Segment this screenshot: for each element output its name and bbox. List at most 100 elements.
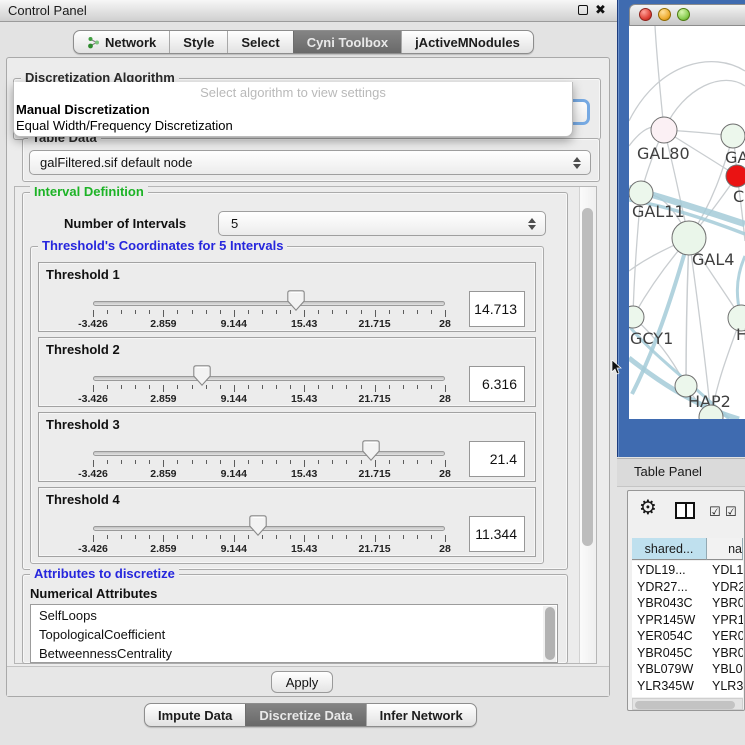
numerical-attributes-list[interactable]: SelfLoops TopologicalCoefficient Betweenne… [30, 604, 558, 663]
slider-tick [149, 385, 150, 389]
threshold-1-value-field[interactable]: 14.713 [469, 291, 525, 327]
slider-tick [431, 310, 432, 314]
attribute-item-selfloops[interactable]: SelfLoops [39, 608, 97, 623]
control-panel-titlebar [0, 0, 617, 22]
table-row[interactable]: YDL19...YDL1 [632, 563, 743, 580]
screen: Control Panel ✖ NetworkStyleSelectCyni T… [0, 0, 745, 745]
slider-tick [163, 460, 164, 467]
slider-tick [304, 460, 305, 467]
table-row[interactable]: YBR043CYBR0 [632, 596, 743, 613]
slider-tick [121, 385, 122, 389]
threshold-3-panel: Threshold 3-3.4262.8599.14415.4321.71528… [38, 412, 536, 482]
network-node-label: GA [725, 148, 745, 167]
cell-name: YPR1 [712, 613, 743, 627]
float-window-icon[interactable] [578, 5, 588, 15]
tab-select[interactable]: Select [227, 31, 292, 53]
tab-discretize-data[interactable]: Discretize Data [245, 704, 365, 726]
table-row[interactable]: YPR145WYPR1 [632, 613, 743, 630]
minimize-traffic-light-icon[interactable] [658, 8, 671, 21]
vertical-scrollbar-thumb[interactable] [582, 208, 593, 546]
attributes-group-title: Attributes to discretize [30, 567, 179, 581]
gear-icon[interactable]: ⚙ [639, 498, 657, 518]
tab-style[interactable]: Style [169, 31, 227, 53]
slider-tick [290, 535, 291, 539]
network-edge [664, 80, 745, 130]
apply-button[interactable]: Apply [271, 671, 333, 693]
node-table[interactable]: YDL19...YDL1YDR27...YDR2YBR043CYBR0YPR14… [632, 561, 743, 697]
threshold-1-slider-track[interactable] [93, 301, 445, 306]
slider-tick-label: -3.426 [78, 468, 108, 480]
table-row[interactable]: YIL052CYIL0 [632, 695, 743, 697]
threshold-3-value-field[interactable]: 21.4 [469, 441, 525, 477]
table-row[interactable]: YER054CYER0 [632, 629, 743, 646]
slider-tick [318, 310, 319, 314]
network-node-label: H [736, 325, 745, 344]
slider-tick [417, 385, 418, 389]
threshold-3-slider-handle[interactable] [362, 440, 380, 461]
threshold-2-slider-track[interactable] [93, 376, 445, 381]
table-row[interactable]: YDR27...YDR2 [632, 580, 743, 597]
network-icon [87, 36, 100, 49]
slider-tick [163, 385, 164, 392]
slider-tick-label: -3.426 [78, 318, 108, 330]
table-horizontal-scrollbar-thumb[interactable] [635, 701, 735, 709]
network-node-c[interactable] [726, 165, 745, 187]
slider-tick [192, 460, 193, 464]
threshold-3-slider-track[interactable] [93, 451, 445, 456]
spinner-arrows-icon [528, 218, 536, 230]
slider-tick-label: 21.715 [359, 543, 391, 555]
column-header-name[interactable]: na [707, 538, 743, 560]
attribute-item-topologicalcoefficient[interactable]: TopologicalCoefficient [39, 627, 165, 642]
threshold-1-slider-handle[interactable] [287, 290, 305, 311]
tab-label: Select [241, 35, 279, 50]
slider-tick [177, 460, 178, 464]
tab-jactivemnodules[interactable]: jActiveMNodules [401, 31, 533, 53]
attributes-scrollbar-thumb[interactable] [545, 607, 555, 660]
dropdown-option-equal-width-frequency[interactable]: Equal Width/Frequency Discretization [16, 118, 233, 133]
tab-cyni-toolbox[interactable]: Cyni Toolbox [293, 31, 401, 53]
slider-tick [276, 385, 277, 389]
tab-infer-network[interactable]: Infer Network [366, 704, 476, 726]
table-data-combobox[interactable]: galFiltered.sif default node [29, 150, 591, 175]
slider-tick [220, 385, 221, 389]
slider-tick-label: 9.144 [221, 318, 247, 330]
table-row[interactable]: YBR045CYBR0 [632, 646, 743, 663]
table-row[interactable]: YLR345WYLR3 [632, 679, 743, 696]
table-horizontal-scrollbar[interactable] [632, 698, 743, 710]
tab-impute-data[interactable]: Impute Data [145, 704, 245, 726]
slider-tick-label: 21.715 [359, 318, 391, 330]
close-traffic-light-icon[interactable] [639, 8, 652, 21]
slider-tick [121, 535, 122, 539]
slider-tick [346, 535, 347, 539]
slider-tick [361, 310, 362, 314]
network-node-ga[interactable] [721, 124, 745, 148]
threshold-4-slider-handle[interactable] [249, 515, 267, 536]
slider-tick [206, 460, 207, 464]
zoom-traffic-light-icon[interactable] [677, 8, 690, 21]
tab-label: Impute Data [158, 708, 232, 723]
top-tab-bar: NetworkStyle Select Cyni ToolboxjActiveMNo… [73, 30, 534, 54]
dropdown-option-manual-discretization[interactable]: Manual Discretization [16, 102, 150, 117]
network-canvas[interactable]: GAL80GACGAL11GAL4GCY1HHAP2 [629, 26, 745, 419]
threshold-4-value-field[interactable]: 11.344 [469, 516, 525, 552]
slider-tick [431, 535, 432, 539]
threshold-2-value-field[interactable]: 6.316 [469, 366, 525, 402]
split-table-icon[interactable] [675, 502, 695, 519]
threshold-2-slider-handle[interactable] [193, 365, 211, 386]
algorithm-dropdown-popup: Select algorithm to view settings Manual… [13, 82, 573, 137]
attribute-item-betweennesscentrality[interactable]: BetweennessCentrality [39, 646, 172, 661]
network-node-gal80[interactable] [651, 117, 677, 143]
slider-tick [121, 460, 122, 464]
column-header-shared[interactable]: shared... [632, 538, 707, 560]
slider-tick [220, 460, 221, 464]
checkbox-icon[interactable]: ☑ [725, 505, 737, 518]
threshold-4-slider-track[interactable] [93, 526, 445, 531]
tab-network[interactable]: Network [74, 31, 169, 53]
close-icon[interactable]: ✖ [595, 2, 606, 18]
slider-tick [290, 310, 291, 314]
checkbox-icon[interactable]: ☑ [709, 505, 721, 518]
table-row[interactable]: YBL079WYBL0 [632, 662, 743, 679]
number-of-intervals-spinner[interactable]: 5 [218, 211, 546, 236]
cell-shared-name: YBR043C [637, 596, 693, 610]
attributes-scrollbar[interactable] [543, 606, 556, 662]
